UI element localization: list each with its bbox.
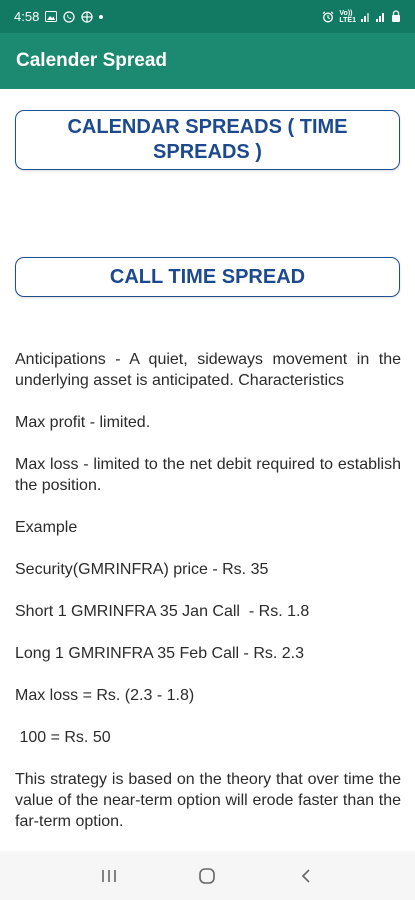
back-button[interactable] xyxy=(286,856,326,896)
lock-battery-icon xyxy=(391,10,401,23)
whatsapp-icon xyxy=(63,10,75,23)
status-bar: 4:58 Vo)) LTE1 xyxy=(0,0,415,33)
volte-lte-icon: Vo)) LTE1 xyxy=(339,10,356,24)
short-call-line: Short 1 GMRINFRA 35 Jan Call - Rs. 1.8 xyxy=(15,603,310,620)
max-loss-calc-line: Max loss = Rs. (2.3 - 1.8) xyxy=(15,687,195,704)
long-call-line: Long 1 GMRINFRA 35 Feb Call - Rs. 2.3 xyxy=(15,645,304,662)
strategy-paragraph: This strategy is based on the theory tha… xyxy=(15,771,401,830)
example-label: Example xyxy=(15,519,78,536)
status-time: 4:58 xyxy=(14,9,40,24)
result-line: 100 = Rs. 50 xyxy=(15,729,111,746)
signal-icon xyxy=(361,11,371,22)
calendar-spreads-label: CALENDAR SPREADS ( TIME SPREADS ) xyxy=(67,116,348,163)
lte-label: LTE1 xyxy=(339,16,356,24)
security-price-line: Security(GMRINFRA) price - Rs. 35 xyxy=(15,561,269,578)
app-bar: Calender Spread xyxy=(0,33,415,89)
gallery-icon xyxy=(45,11,58,22)
calendar-spreads-heading[interactable]: CALENDAR SPREADS ( TIME SPREADS ) xyxy=(15,110,400,170)
notification-dot xyxy=(99,14,104,19)
max-profit-paragraph: Max profit - limited. xyxy=(15,414,151,431)
globe-grid-icon xyxy=(81,10,93,23)
home-icon xyxy=(199,867,216,884)
call-time-spread-heading[interactable]: CALL TIME SPREAD xyxy=(15,257,400,297)
call-time-spread-label: CALL TIME SPREAD xyxy=(109,265,306,288)
app-title: Calender Spread xyxy=(16,50,167,71)
recents-icon xyxy=(102,869,116,882)
system-nav-bar xyxy=(0,851,415,900)
anticipations-paragraph: Anticipations - A quiet, sideways moveme… xyxy=(15,351,401,389)
home-button[interactable] xyxy=(187,856,227,896)
recents-button[interactable] xyxy=(89,856,129,896)
max-loss-paragraph: Max loss - limited to the net debit requ… xyxy=(15,456,401,494)
content-scroll[interactable]: CALENDAR SPREADS ( TIME SPREADS ) CALL T… xyxy=(0,89,415,851)
signal-icon xyxy=(376,11,386,22)
article-body: Anticipations - A quiet, sideways moveme… xyxy=(15,349,401,851)
alarm-icon xyxy=(322,11,334,23)
volte-label: Vo)) xyxy=(339,9,353,17)
back-icon xyxy=(301,868,310,883)
